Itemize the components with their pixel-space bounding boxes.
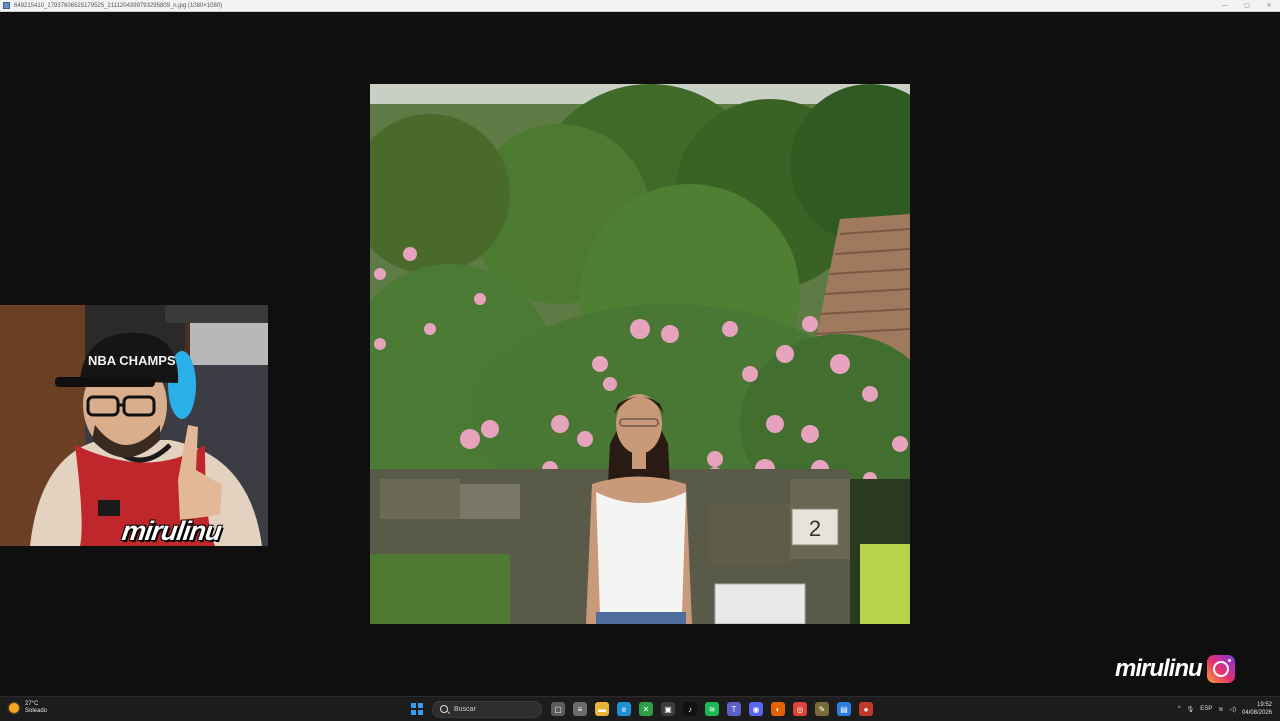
tray-chevron-icon[interactable]: ^	[1178, 706, 1181, 712]
streamer-brand: mirulinu	[1115, 652, 1235, 686]
xbox-icon[interactable]: ✕	[639, 702, 653, 716]
close-button[interactable]: ✕	[1258, 0, 1280, 11]
weather-description: Soleado	[25, 708, 48, 714]
file-explorer-icon[interactable]: ▬	[595, 702, 609, 716]
pinned-apps: ▢ ≡ ▬ e ✕ ▣ ♪ ≋ T ◉ ◐ ◎ ✎ ▤ ●	[551, 702, 873, 716]
spotify-icon[interactable]: ≋	[705, 702, 719, 716]
window-title: 649215410_17937606525179525_211120439979…	[14, 2, 223, 9]
store-icon[interactable]: ▣	[661, 702, 675, 716]
chrome-icon[interactable]: ◎	[793, 702, 807, 716]
window-controls: — ▢ ✕	[1214, 0, 1280, 11]
system-tray: ^ 🎙 ESP ≋ ◁) 19:52 04/08/2026	[1178, 700, 1272, 718]
brush-icon[interactable]: ✎	[815, 702, 829, 716]
minimize-button[interactable]: —	[1214, 0, 1236, 11]
windows-start-icon[interactable]	[411, 703, 423, 715]
window-titlebar: 649215410_17937606525179525_211120439979…	[0, 0, 1280, 12]
webcam-overlay: NBA CHAMPS	[0, 305, 268, 546]
taskbar-search-box[interactable]: Buscar	[432, 700, 542, 718]
docs-icon[interactable]: ▤	[837, 702, 851, 716]
image-viewer-icon	[3, 2, 10, 9]
search-icon	[440, 705, 448, 713]
taskbar-clock[interactable]: 19:52 04/08/2026	[1242, 701, 1272, 717]
task-view-icon[interactable]: ▢	[551, 702, 565, 716]
maximize-button[interactable]: ▢	[1236, 0, 1258, 11]
recorder-icon[interactable]: ●	[859, 702, 873, 716]
microphone-icon[interactable]: 🎙	[1187, 706, 1195, 713]
tiktok-icon[interactable]: ♪	[683, 702, 697, 716]
discord-icon[interactable]: ◉	[749, 702, 763, 716]
firefox-icon[interactable]: ◐	[771, 702, 785, 716]
notepad-icon[interactable]: ≡	[573, 702, 587, 716]
wifi-icon[interactable]: ≋	[1218, 706, 1223, 713]
weather-temperature: 27°C	[25, 701, 39, 707]
displayed-photo: 2	[370, 84, 910, 624]
weather-widget[interactable]: 27°C Soleado	[9, 701, 47, 715]
brand-text: mirulinu	[1115, 655, 1203, 682]
language-indicator[interactable]: ESP	[1200, 706, 1212, 712]
instagram-icon	[1206, 655, 1235, 683]
webcam-logo-text: mirulinu	[120, 516, 223, 546]
house-number: 2	[809, 516, 821, 541]
cap-text: NBA CHAMPS	[88, 353, 176, 368]
taskbar-apps: Buscar ▢ ≡ ▬ e ✕ ▣ ♪ ≋ T ◉ ◐ ◎ ✎ ▤ ●	[411, 699, 873, 719]
search-placeholder: Buscar	[454, 705, 476, 713]
edge-icon[interactable]: e	[617, 702, 631, 716]
volume-icon[interactable]: ◁)	[1229, 706, 1236, 713]
windows-taskbar: 27°C Soleado Buscar ▢ ≡ ▬ e ✕ ▣ ♪ ≋ T ◉ ◐ ◎ ✎ ▤ ● ^ 🎙 …	[0, 696, 1280, 721]
clock-date: 04/08/2026	[1241, 710, 1272, 716]
teams-icon[interactable]: T	[727, 702, 741, 716]
clock-time: 19:52	[1256, 702, 1272, 708]
sun-icon	[9, 703, 19, 713]
